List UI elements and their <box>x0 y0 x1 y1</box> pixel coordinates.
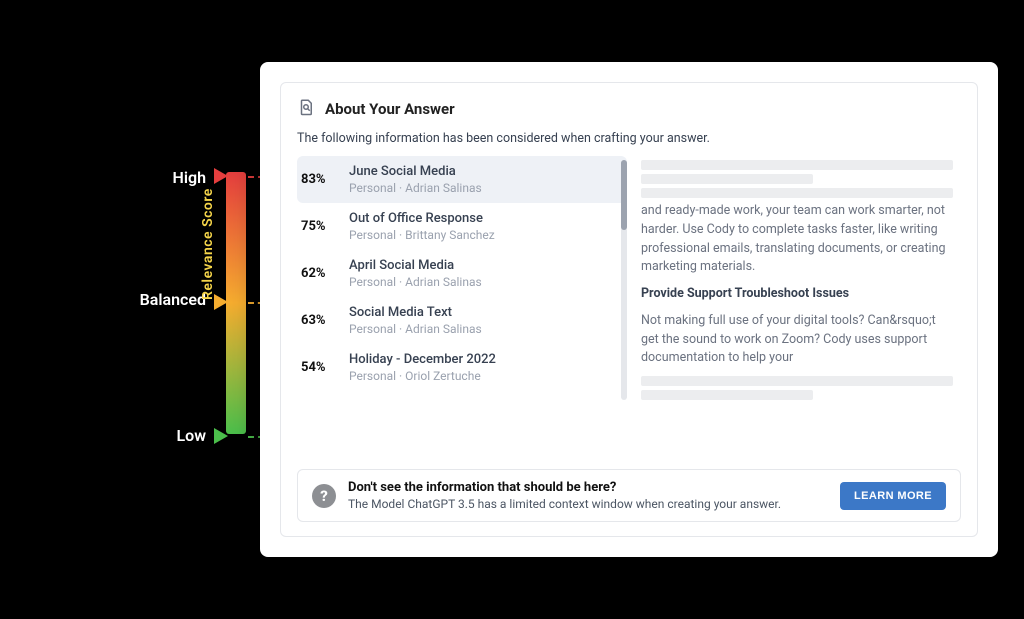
relevance-axis-label: Relevance Score <box>200 188 216 300</box>
source-title: April Social Media <box>349 258 482 273</box>
source-subtitle: Personal · Oriol Zertuche <box>349 369 496 383</box>
pointer-low-icon <box>214 428 228 444</box>
relevance-percent: 83% <box>301 172 335 187</box>
learn-more-button[interactable]: LEARN MORE <box>840 482 946 510</box>
callout-text: The Model ChatGPT 3.5 has a limited cont… <box>348 497 781 511</box>
relevance-percent: 75% <box>301 219 335 234</box>
scrollbar-thumb[interactable] <box>621 160 627 230</box>
source-title: Holiday - December 2022 <box>349 352 496 367</box>
callout-heading: Don't see the information that should be… <box>348 480 781 495</box>
source-item[interactable]: 75% Out of Office Response Personal · Br… <box>297 203 627 250</box>
relevance-percent: 62% <box>301 266 335 281</box>
preview-heading: Provide Support Troubleshoot Issues <box>641 286 849 301</box>
relevance-percent: 54% <box>301 360 335 375</box>
document-icon <box>297 97 315 121</box>
panel-title: About Your Answer <box>325 100 455 118</box>
source-title: Social Media Text <box>349 305 482 320</box>
relevance-percent: 63% <box>301 313 335 328</box>
preview-text: Not making full use of your digital tool… <box>641 312 953 368</box>
skeleton-line <box>641 174 813 184</box>
source-subtitle: Personal · Adrian Salinas <box>349 322 482 336</box>
skeleton-line <box>641 390 813 400</box>
source-list[interactable]: 83% June Social Media Personal · Adrian … <box>297 156 627 416</box>
pointer-high-icon <box>214 168 228 184</box>
pointer-balanced-icon <box>214 294 228 310</box>
answer-panel: About Your Answer The following informat… <box>280 82 978 537</box>
relevance-label-high: High <box>96 168 206 187</box>
skeleton-line <box>641 376 953 386</box>
source-preview: and ready-made work, your team can work … <box>641 156 961 416</box>
source-subtitle: Personal · Adrian Salinas <box>349 181 482 195</box>
source-item[interactable]: 83% June Social Media Personal · Adrian … <box>297 156 627 203</box>
source-title: Out of Office Response <box>349 211 495 226</box>
question-icon: ? <box>312 484 336 508</box>
panel-header: About Your Answer <box>297 97 961 121</box>
panel-subtext: The following information has been consi… <box>297 131 961 146</box>
relevance-label-balanced: Balanced <box>96 290 206 309</box>
skeleton-line <box>641 188 953 198</box>
source-subtitle: Personal · Brittany Sanchez <box>349 228 495 242</box>
source-item[interactable]: 62% April Social Media Personal · Adrian… <box>297 250 627 297</box>
source-item[interactable]: 54% Holiday - December 2022 Personal · O… <box>297 344 627 391</box>
source-title: June Social Media <box>349 164 482 179</box>
relevance-rail: High Balanced Low Relevance Score <box>0 0 260 619</box>
preview-text: and ready-made work, your team can work … <box>641 202 953 277</box>
source-item[interactable]: 63% Social Media Text Personal · Adrian … <box>297 297 627 344</box>
skeleton-line <box>641 160 953 170</box>
relevance-gradient-bar <box>226 172 246 434</box>
relevance-label-low: Low <box>96 426 206 445</box>
source-subtitle: Personal · Adrian Salinas <box>349 275 482 289</box>
answer-card: About Your Answer The following informat… <box>260 62 998 557</box>
info-callout: ? Don't see the information that should … <box>297 469 961 522</box>
